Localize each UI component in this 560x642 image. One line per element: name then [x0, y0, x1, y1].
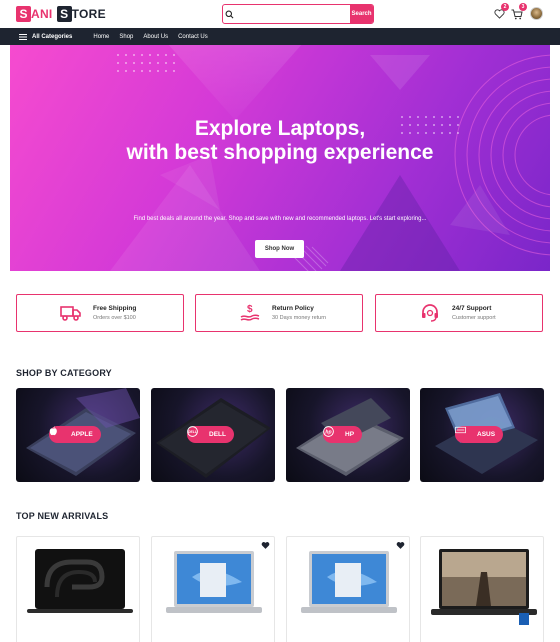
feature-free-shipping: Free Shipping Orders over $100 [16, 294, 184, 332]
product-image-laptop-silver [301, 551, 397, 613]
product-image-macbook [27, 549, 133, 613]
cart-button[interactable]: 3 [510, 3, 527, 21]
all-categories-button[interactable]: All Categories [19, 33, 73, 40]
truck-icon [59, 301, 83, 325]
nav-link-about[interactable]: About Us [143, 34, 168, 40]
feature-return-policy: $ Return Policy 30 Days money return [195, 294, 363, 332]
nav-link-home[interactable]: Home [93, 34, 109, 40]
feature-title: 24/7 Support [452, 305, 492, 312]
logo-word-1: ANI [31, 7, 53, 21]
category-label: ASUS [477, 431, 496, 438]
category-pill-asus: ASUS [455, 426, 504, 443]
search-input[interactable] [236, 5, 351, 23]
logo[interactable]: S ANI S TORE [16, 6, 106, 22]
apple-logo-icon [49, 426, 66, 440]
nav-link-contact[interactable]: Contact Us [178, 34, 208, 40]
category-pill-apple: APPLE [49, 426, 101, 443]
product-card[interactable] [16, 536, 140, 642]
feature-support: 24/7 Support Customer support [375, 294, 543, 332]
product-image-laptop-silver [166, 551, 262, 613]
category-label: DELL [209, 431, 226, 438]
product-card[interactable] [420, 536, 544, 642]
category-label: HP [345, 431, 355, 438]
category-card-dell[interactable]: DELL DELL [151, 388, 275, 482]
feature-title: Free Shipping [93, 305, 137, 312]
feature-desc: Orders over $100 [93, 315, 136, 321]
logo-letter-1: S [16, 6, 31, 22]
logo-word-2: TORE [71, 7, 106, 21]
feature-desc: Customer support [452, 315, 496, 321]
category-pill-hp: hp HP [323, 426, 363, 443]
all-categories-label: All Categories [32, 33, 73, 40]
category-card-asus[interactable]: ASUS [420, 388, 544, 482]
hp-logo-icon: hp [323, 426, 340, 440]
wishlist-count-badge: 2 [501, 3, 509, 11]
logo-letter-2: S [56, 6, 72, 22]
hero-banner: Explore Laptops, with best shopping expe… [10, 45, 550, 271]
shop-by-category-title: SHOP BY CATEGORY [16, 368, 112, 378]
search-bar: Search [222, 4, 374, 24]
top-new-arrivals-title: TOP NEW ARRIVALS [16, 511, 109, 521]
cart-count-badge: 3 [519, 3, 527, 11]
search-button[interactable]: Search [350, 5, 373, 23]
hero-title-line-2: with best shopping experience [126, 141, 434, 164]
product-image-gaming-laptop [431, 549, 537, 625]
hero-title: Explore Laptops, with best shopping expe… [10, 117, 550, 165]
header: S ANI S TORE Search 2 3 [0, 0, 560, 28]
main-nav: All Categories Home Shop About Us Contac… [0, 28, 560, 45]
hero-title-line-1: Explore Laptops, [194, 117, 366, 140]
shop-now-button[interactable]: Shop Now [255, 240, 304, 258]
wishlist-heart-icon[interactable] [396, 541, 405, 550]
search-icon [223, 5, 236, 23]
asus-logo-icon [455, 426, 472, 440]
feature-desc: 30 Days money return [272, 315, 327, 321]
product-card[interactable] [286, 536, 410, 642]
money-hand-icon: $ [238, 301, 262, 325]
category-card-hp[interactable]: hp HP [286, 388, 410, 482]
svg-text:$: $ [247, 304, 253, 315]
wishlist-heart-icon[interactable] [261, 541, 270, 550]
svg-text:DELL: DELL [188, 430, 198, 434]
svg-text:hp: hp [325, 429, 331, 435]
headset-icon [418, 301, 442, 325]
dell-logo-icon: DELL [187, 426, 204, 440]
hero-subtitle: Find best deals all around the year. Sho… [133, 216, 427, 222]
product-card[interactable] [151, 536, 275, 642]
nav-link-shop[interactable]: Shop [119, 34, 133, 40]
wishlist-button[interactable]: 2 [492, 3, 509, 21]
category-card-apple[interactable]: APPLE [16, 388, 140, 482]
feature-title: Return Policy [272, 305, 314, 312]
avatar[interactable] [530, 7, 543, 20]
category-label: APPLE [71, 431, 93, 438]
category-pill-dell: DELL DELL [187, 426, 234, 443]
menu-icon [19, 33, 27, 40]
